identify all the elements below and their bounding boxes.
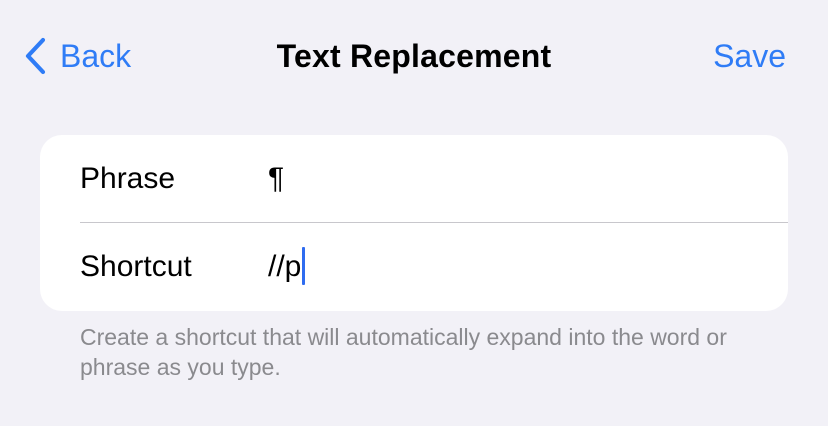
phrase-value: ¶ <box>268 162 285 195</box>
shortcut-field[interactable]: //p <box>268 223 758 311</box>
save-button[interactable]: Save <box>713 36 786 76</box>
phrase-row: Phrase ¶ <box>40 135 788 223</box>
text-cursor <box>302 247 306 286</box>
phrase-field[interactable]: ¶ <box>268 135 758 223</box>
replacement-form-card: Phrase ¶ Shortcut //p <box>40 135 788 311</box>
phrase-label: Phrase <box>80 162 176 195</box>
shortcut-value: //p <box>268 250 302 283</box>
page-title: Text Replacement <box>276 38 552 74</box>
navigation-bar: Back Text Replacement Save <box>0 0 828 112</box>
footer-note: Create a shortcut that will automaticall… <box>80 324 727 380</box>
shortcut-label: Shortcut <box>80 250 192 283</box>
shortcut-row: Shortcut //p <box>40 223 788 311</box>
